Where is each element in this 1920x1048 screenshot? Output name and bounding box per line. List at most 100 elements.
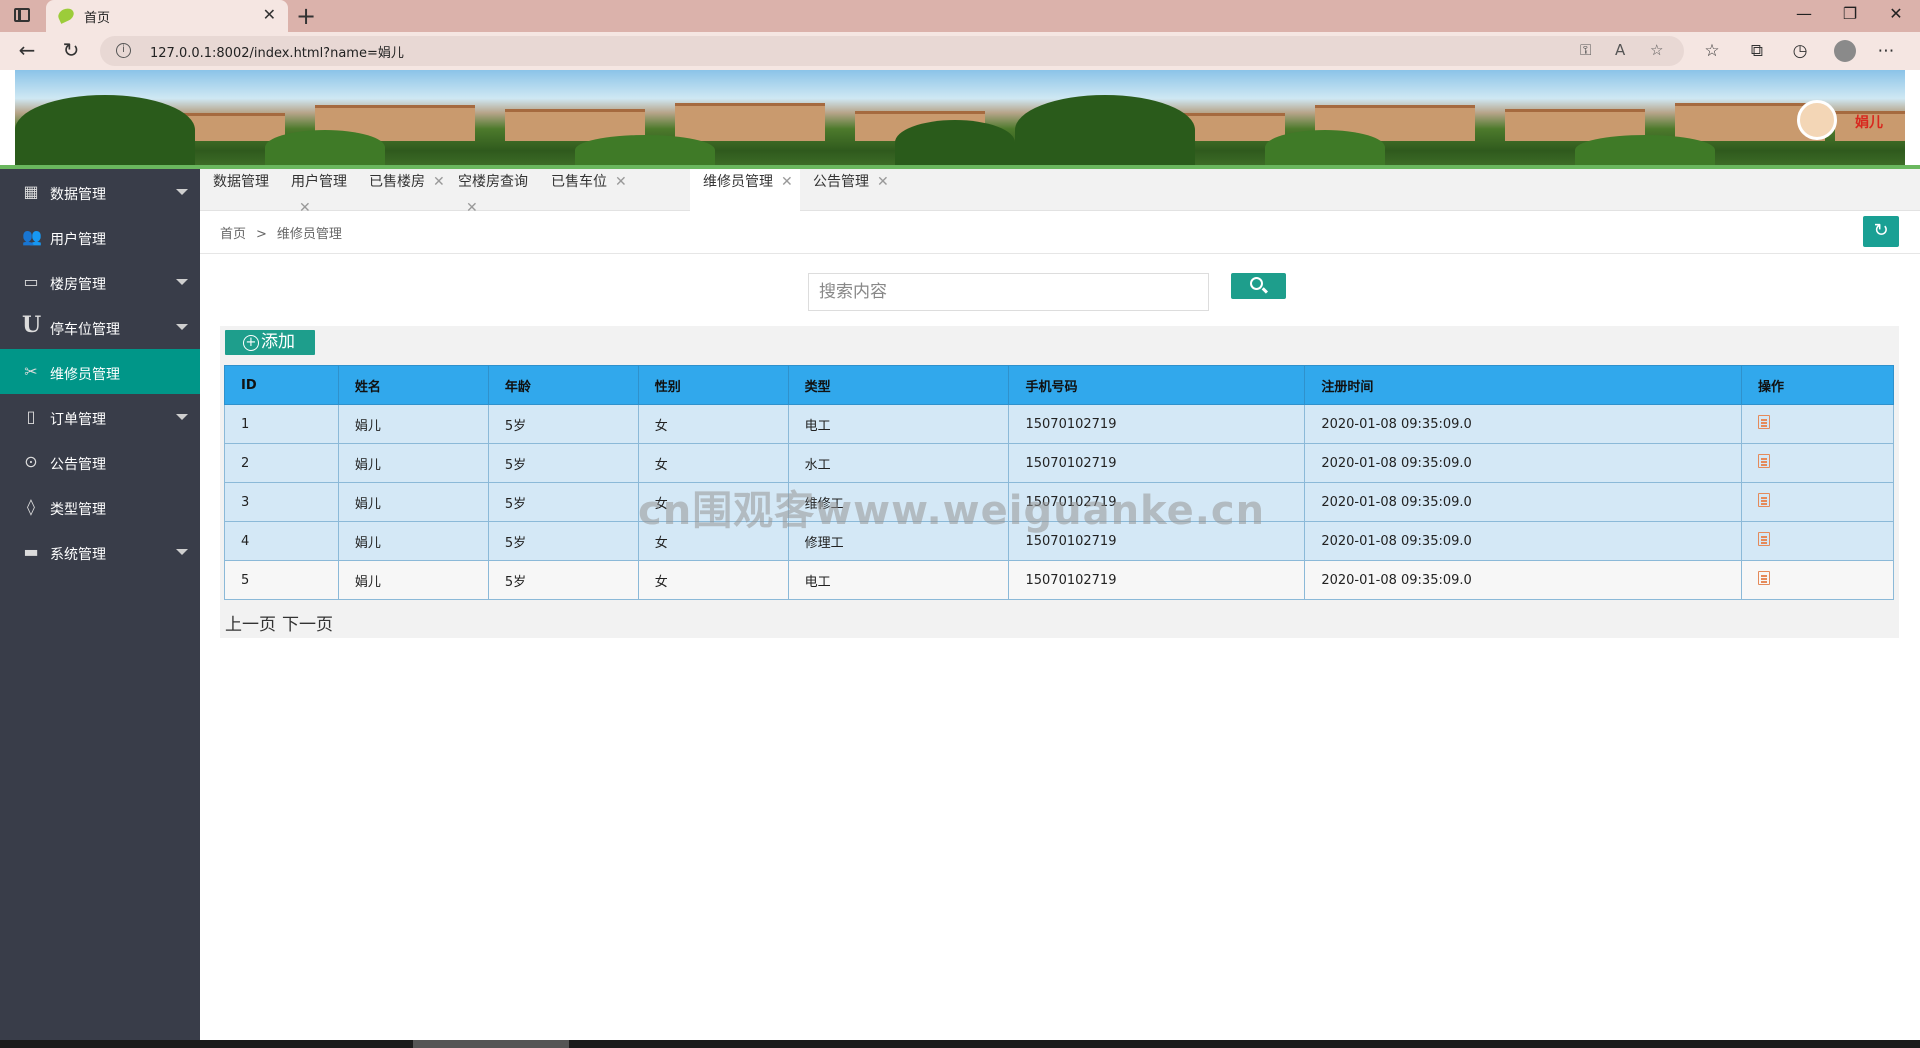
search-input[interactable] [808,273,1209,311]
close-tab-icon[interactable]: ✕ [781,174,793,190]
read-aloud-icon[interactable]: A [1615,41,1625,59]
column-header: 手机号码 [1008,365,1306,405]
add-button[interactable]: + 添加 [225,330,315,355]
search-button[interactable] [1231,273,1286,299]
table-cell: 3 [224,482,339,522]
new-tab-icon[interactable]: + [296,2,316,30]
url-text[interactable]: 127.0.0.1:8002/index.html?name=娟儿 [150,42,404,61]
header-banner [15,70,1905,165]
browser-tabbar: 首页 ✕ + — ❐ ✕ [0,0,1920,32]
add-button-label: 添加 [261,332,295,352]
favorites-icon[interactable]: ☆ [1700,41,1724,61]
page-tab[interactable]: 用户管理 ✕ [278,169,356,216]
reload-icon[interactable]: ↻ [58,38,84,62]
table-cell: 5岁 [487,482,639,522]
close-tab-icon[interactable]: ✕ [466,200,478,216]
sidebar-item[interactable]: ✂ 维修员管理 [0,349,200,394]
page-tab[interactable]: 空楼房查询 ✕ [445,169,538,216]
page-tab[interactable]: 已售车位 ✕ [538,169,633,211]
breadcrumb: 首页 > 维修员管理 [220,223,342,242]
sidebar-item-label: 数据管理 [50,187,106,203]
more-icon[interactable]: ⋯ [1874,41,1898,61]
grid-icon: ▦ [23,182,39,201]
sidebar-item[interactable]: ▦ 数据管理 [0,169,200,214]
sidebar-item[interactable]: U 停车位管理 [0,304,200,349]
table-cell: 娟儿 [337,482,489,522]
os-taskbar [0,1040,1920,1048]
page-tab[interactable]: 公告管理 ✕ [800,169,895,211]
close-tab-icon[interactable]: ✕ [299,200,311,216]
expand-arrow-icon[interactable] [176,549,188,555]
next-page-link[interactable]: 下一页 [282,615,333,635]
table-cell: 5 [224,560,339,600]
history-icon[interactable]: ◷ [1788,41,1812,61]
u-letter-icon: U [22,312,42,338]
table-cell: 水工 [787,443,1010,483]
close-tab-icon[interactable]: ✕ [877,174,889,190]
back-icon[interactable]: ← [14,38,40,62]
sidebar-item[interactable]: ▬ 系统管理 [0,529,200,574]
sidebar-item-label: 维修员管理 [50,367,120,383]
table-cell: 5岁 [487,443,639,483]
prev-page-link[interactable]: 上一页 [225,615,276,635]
edit-document-icon[interactable] [1758,571,1771,585]
minimize-icon[interactable]: — [1794,4,1814,23]
table-cell: 娟儿 [337,560,489,600]
edit-document-icon[interactable] [1758,454,1771,468]
document-icon: ▯ [26,407,36,426]
sidebar-item[interactable]: ▯ 订单管理 [0,394,200,439]
watermark: cn围观客www.weiguanke.cn [638,488,1266,534]
collections-icon[interactable]: ⧉ [1745,41,1769,61]
restore-icon[interactable]: ❐ [1840,4,1860,23]
column-header: 年龄 [487,365,639,405]
expand-arrow-icon[interactable] [176,324,188,330]
column-header: 类型 [787,365,1010,405]
page-tab-label: 已售车位 [551,174,607,190]
expand-arrow-icon[interactable] [176,414,188,420]
user-avatar[interactable] [1797,100,1837,140]
sidebar-item-label: 楼房管理 [50,277,106,293]
url-field[interactable]: i 127.0.0.1:8002/index.html?name=娟儿 ⚿ A … [100,36,1684,66]
close-tab-icon[interactable]: ✕ [263,5,276,24]
sidebar-item[interactable]: 👥 用户管理 [0,214,200,259]
close-tab-icon[interactable]: ✕ [615,174,627,190]
expand-arrow-icon[interactable] [176,279,188,285]
page-tab[interactable]: 数据管理 [200,169,278,211]
add-favorite-icon[interactable]: ☆ [1650,41,1663,59]
table-cell: 电工 [787,404,1010,444]
sidebar-item-label: 公告管理 [50,457,106,473]
close-window-icon[interactable]: ✕ [1886,4,1906,23]
close-tab-icon[interactable]: ✕ [433,174,445,190]
table-cell: 15070102719 [1008,443,1306,483]
sidebar-item[interactable]: ▭ 楼房管理 [0,259,200,304]
search-icon [1250,277,1263,290]
refresh-icon: ↻ [1873,220,1889,241]
page-tab-label: 数据管理 [213,174,269,190]
browser-tab[interactable]: 首页 ✕ [46,0,288,32]
breadcrumb-current: 维修员管理 [276,227,342,242]
table-cell: 4 [224,521,339,561]
user-name[interactable]: 娟儿 [1855,112,1883,132]
info-icon[interactable]: i [116,43,131,58]
edit-document-icon[interactable] [1758,532,1771,546]
edit-document-icon[interactable] [1758,415,1771,429]
column-header: ID [224,365,339,405]
profile-icon[interactable] [1834,40,1856,62]
table-cell: 1 [224,404,339,444]
key-icon[interactable]: ⚿ [1580,41,1591,59]
expand-arrow-icon[interactable] [176,189,188,195]
table-row: 1 娟儿 5岁女电工 15070102719 2020-01-08 09:35:09.0 [224,404,1894,444]
breadcrumb-home[interactable]: 首页 [220,227,246,242]
refresh-button[interactable]: ↻ [1863,216,1899,247]
sidebar-item-label: 用户管理 [50,232,106,248]
page-tab[interactable]: 维修员管理 ✕ [690,169,800,211]
tab-actions-icon[interactable] [14,8,30,22]
operation-cell [1741,560,1894,600]
sidebar-item[interactable]: ⊙ 公告管理 [0,439,200,484]
edit-document-icon[interactable] [1758,493,1771,507]
sidebar-item[interactable]: ◊ 类型管理 [0,484,200,529]
banner-image [15,70,1015,165]
page-tab[interactable]: 已售楼房 ✕ [356,169,445,211]
taskbar-active-item[interactable] [413,1040,569,1048]
table-cell: 2020-01-08 09:35:09.0 [1304,443,1743,483]
